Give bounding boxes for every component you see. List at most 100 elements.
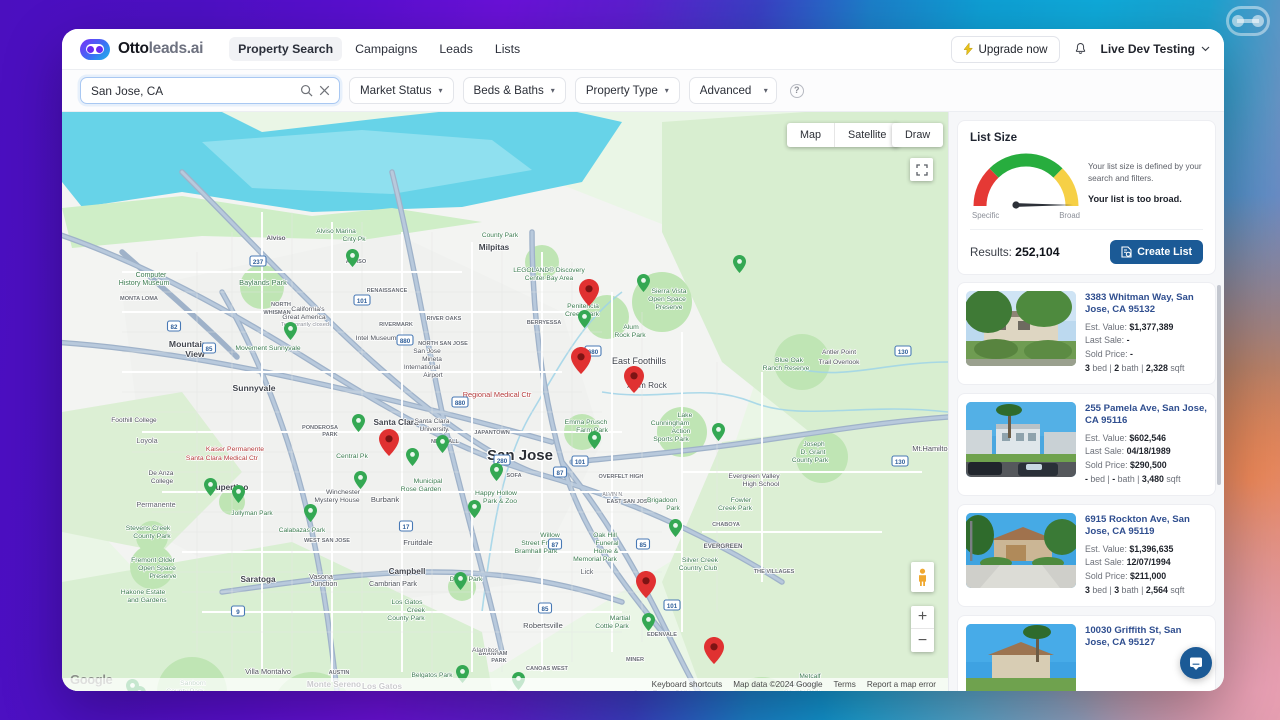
filter-beds-baths[interactable]: Beds & Baths ▾ [462,77,566,104]
filter-market-status[interactable]: Market Status ▾ [349,77,454,104]
map-label: Central Pk [336,453,368,460]
map-label: SOFA [506,473,521,479]
location-search-box[interactable] [80,77,340,104]
map-poi-marker [732,255,746,273]
property-address[interactable]: 6915 Rockton Ave, San Jose, CA 95119 [1085,514,1207,539]
filter-property-type[interactable]: Property Type ▾ [574,77,680,104]
nav-item-leads[interactable]: Leads [430,37,482,61]
map-label: Ranch Reserve [763,365,810,372]
map-label: Mineta [422,356,442,363]
map-label: THE VILLAGES [754,569,795,575]
map-label: Funeral [595,540,619,547]
chevron-down-icon: ▾ [763,86,768,95]
filter-market-status-label: Market Status [360,84,432,97]
map-label: Movement Sunnyvale [235,345,301,352]
brand-logo[interactable]: Ottoleads.ai [80,38,203,60]
search-input[interactable] [91,83,295,98]
map-label: Campbell [389,567,426,576]
map-label: Alamitos [472,647,499,654]
highway-shield-icon: 87 [552,466,568,478]
draw-button[interactable]: Draw [892,123,944,147]
map-poi-marker [641,613,655,631]
map-type-satellite-button[interactable]: Satellite [834,123,899,147]
intercom-chat-button[interactable] [1180,647,1212,679]
map-label: County Park [133,533,171,540]
property-results-list[interactable]: 3383 Whitman Way, San Jose, CA 95132 Est.… [949,275,1224,691]
map-label: Happy Hollow [475,490,517,497]
map-label: Trail Overlook [819,359,860,366]
map-label: Cambrian Park [369,579,417,588]
map-label: Home & [594,548,619,555]
property-map-pin[interactable] [624,366,644,393]
map-label: Brigadoon [647,497,677,504]
map-label: NORTH [271,302,291,308]
street-view-pegman[interactable] [911,562,934,592]
map-label: and Gardens [127,597,167,604]
map-poi-marker [231,485,245,503]
property-map-pin[interactable] [704,637,724,664]
map-label: Sierra Vista [651,288,686,295]
nav-item-lists[interactable]: Lists [486,37,529,61]
gauge-labels: Specific Broad [970,211,1082,220]
svg-text:85: 85 [542,606,549,613]
ottoleads-watermark-logo [1226,6,1270,36]
map-type-map-button[interactable]: Map [787,123,834,147]
results-label: Results: [970,246,1012,259]
map-label: Cunningham [651,420,690,427]
property-map-pin[interactable] [579,279,599,306]
search-icon[interactable] [300,84,313,97]
report-map-error-link[interactable]: Report a map error [867,680,936,689]
terms-link[interactable]: Terms [834,680,856,689]
property-card[interactable]: 255 Pamela Ave, San Jose, CA 95116 Est. V… [957,393,1216,497]
property-card[interactable]: 3383 Whitman Way, San Jose, CA 95132 Est.… [957,282,1216,386]
nav-item-property-search[interactable]: Property Search [229,37,343,61]
list-size-verdict: Your list is too broad. [1088,194,1182,205]
map-label: LEGOLAND® Discovery [513,266,585,274]
property-address[interactable]: 10030 Griffith St, San Jose, CA 95127 [1085,625,1207,650]
property-est-value: Est. Value: $602,546 [1085,432,1167,443]
map-poi-marker [351,414,365,432]
map-label: Preserve [655,304,682,311]
map-label: WEST SAN JOSE [304,538,350,544]
property-info: 255 Pamela Ave, San Jose, CA 95116 Est. V… [1085,402,1207,487]
property-card[interactable]: 6915 Rockton Ave, San Jose, CA 95119 Est.… [957,504,1216,608]
map-label: Emma Prusch [565,419,608,426]
property-map-pin[interactable] [571,347,591,374]
nav-item-campaigns[interactable]: Campaigns [346,37,426,61]
map-label: Action [672,428,691,435]
map-label: Mountain [169,339,207,349]
create-list-label: Create List [1137,246,1192,258]
notification-bell-icon[interactable] [1073,42,1088,57]
gauge-needle [1012,201,1073,209]
map-label: Jollyman Park [231,510,273,517]
highway-shield-icon: 101 [663,599,681,611]
upgrade-now-button[interactable]: Upgrade now [950,35,1060,63]
fullscreen-button[interactable] [910,158,933,181]
map-label: Intel Museum [356,335,397,342]
property-est-value: Est. Value: $1,377,389 [1085,321,1174,332]
map-label: OVERFELT HIGH [599,474,644,480]
map-view[interactable]: San Jose Mountain View Sunnyvale Santa Clara… [62,112,948,691]
map-poi-marker [636,274,650,292]
property-card[interactable]: 10030 Griffith St, San Jose, CA 95127 [957,615,1216,691]
property-map-pin[interactable] [636,571,656,598]
map-label: Lick [581,567,594,576]
zoom-in-button[interactable]: + [911,606,934,629]
highway-shield-icon: 880 [396,334,414,346]
account-menu[interactable]: Live Dev Testing [1101,42,1210,56]
property-address[interactable]: 3383 Whitman Way, San Jose, CA 95132 [1085,292,1207,317]
map-label: County Park [482,232,519,239]
results-scrollbar[interactable] [1217,285,1221,485]
create-list-button[interactable]: Create List [1110,240,1203,264]
filter-advanced[interactable]: Advanced ▾ [688,77,777,104]
property-last-sale: Last Sale: 12/07/1994 [1085,557,1171,568]
property-map-pin[interactable] [379,429,399,456]
help-icon[interactable]: ? [789,83,804,98]
zoom-out-button[interactable]: − [911,629,934,652]
property-address[interactable]: 255 Pamela Ave, San Jose, CA 95116 [1085,403,1207,428]
map-label: Hakone Estate [121,589,166,596]
keyboard-shortcuts-link[interactable]: Keyboard shortcuts [652,680,723,689]
clear-search-icon[interactable] [318,84,331,97]
map-canvas[interactable]: San Jose Mountain View Sunnyvale Santa Clara… [62,112,948,691]
map-label: Cottle Park [595,623,629,630]
